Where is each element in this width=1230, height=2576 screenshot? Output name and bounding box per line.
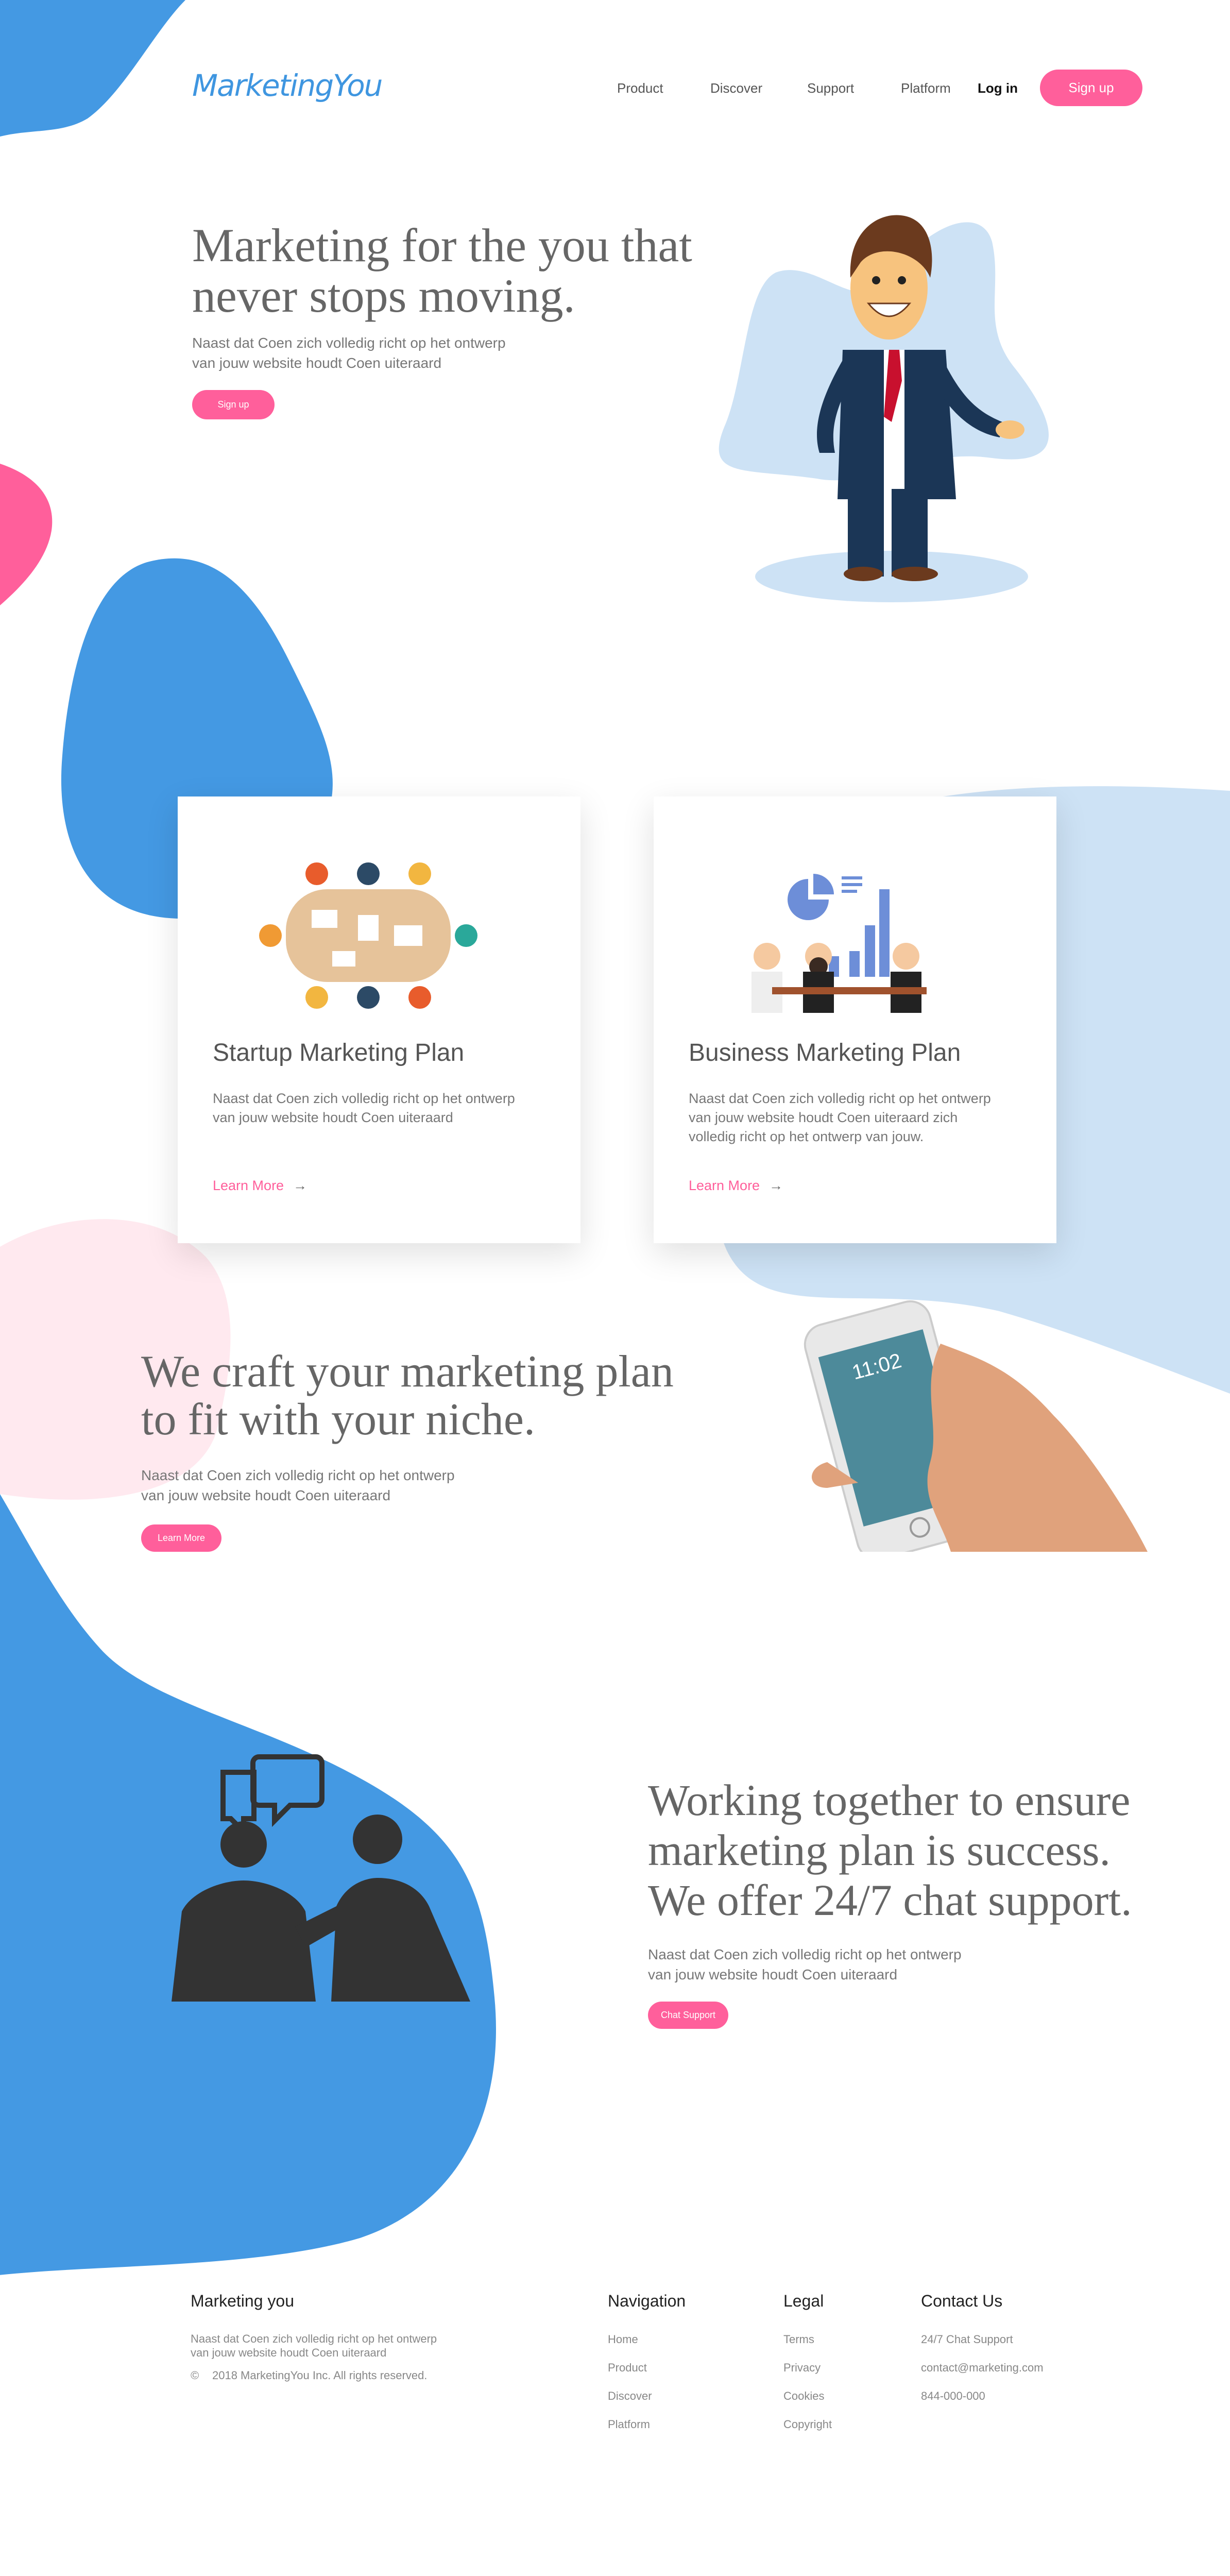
support-desc-line: Naast dat Coen zich volledig richt op he… [648, 1946, 962, 1962]
card-description: Naast dat Coen zich volledig richt op he… [689, 1091, 991, 1144]
pink-blob-left [0, 464, 53, 605]
nav-discover[interactable]: Discover [710, 80, 762, 96]
craft-title-line: We craft your marketing plan [141, 1347, 674, 1397]
learn-more-label: Learn More [213, 1178, 284, 1193]
nav-platform[interactable]: Platform [901, 80, 951, 96]
hero-title: Marketing for the you that never stops m… [192, 219, 692, 322]
chat-support-button[interactable]: Chat Support [648, 2002, 728, 2029]
arrow-right-icon: → [293, 1178, 308, 1193]
footer-link-privacy[interactable]: Privacy [783, 2361, 821, 2375]
business-team-illustration [751, 874, 927, 1013]
support-title: Working together to ensure marketing pla… [648, 1775, 1132, 1925]
footer-link-cookies[interactable]: Cookies [783, 2389, 824, 2403]
hand-holding-phone-image: 11:02 [804, 1300, 1148, 1552]
footer-contact-chat[interactable]: 24/7 Chat Support [921, 2333, 1013, 2346]
footer-copyright: 2018 MarketingYou Inc. All rights reserv… [212, 2369, 428, 2382]
learn-more-label: Learn More [689, 1178, 760, 1193]
support-desc-line: van jouw website houdt Coen uiteraard [648, 1967, 898, 1982]
nav-product[interactable]: Product [617, 80, 663, 96]
arrow-right-icon: → [769, 1178, 783, 1193]
footer-nav-title: Navigation [608, 2292, 686, 2310]
footer-contact-phone[interactable]: 844-000-000 [921, 2389, 985, 2403]
businessman-illustration [719, 215, 1049, 602]
footer-link-product[interactable]: Product [608, 2361, 647, 2375]
card-description: Naast dat Coen zich volledig richt op he… [213, 1091, 515, 1125]
footer-link-copyright[interactable]: Copyright [783, 2418, 832, 2431]
card-title: Startup Marketing Plan [213, 1039, 465, 1066]
learn-more-link[interactable]: Learn More → [213, 1178, 307, 1194]
footer-link-discover[interactable]: Discover [608, 2389, 652, 2403]
chat-silhouette-illustration [172, 1754, 470, 2002]
craft-title: We craft your marketing plan to fit with… [141, 1348, 674, 1444]
hero-description: Naast dat Coen zich volledig richt op he… [192, 333, 506, 373]
craft-learn-more-button[interactable]: Learn More [141, 1524, 221, 1552]
footer-desc-line: van jouw website houdt Coen uiteraard [191, 2346, 387, 2359]
craft-description: Naast dat Coen zich volledig richt op he… [141, 1465, 455, 1505]
footer-legal-title: Legal [783, 2292, 824, 2310]
support-title-line: Working together to ensure [648, 1775, 1131, 1825]
card-title: Business Marketing Plan [689, 1039, 961, 1066]
learn-more-link[interactable]: Learn More → [689, 1178, 783, 1194]
copyright-icon: © [191, 2369, 199, 2382]
footer-contact-title: Contact Us [921, 2292, 1003, 2310]
support-description: Naast dat Coen zich volledig richt op he… [648, 1944, 962, 1985]
team-meeting-illustration [259, 862, 477, 1009]
hero-desc-line: Naast dat Coen zich volledig richt op he… [192, 335, 506, 351]
support-title-line: We offer 24/7 chat support. [648, 1875, 1132, 1925]
footer-brand: Marketing you [191, 2292, 294, 2310]
card-startup-plan: Startup Marketing Plan Naast dat Coen zi… [178, 796, 580, 1243]
hero-title-line: never stops moving. [192, 269, 575, 322]
footer-desc-line: Naast dat Coen zich volledig richt op he… [191, 2332, 437, 2345]
login-link[interactable]: Log in [978, 80, 1018, 96]
footer-contact-email[interactable]: contact@marketing.com [921, 2361, 1044, 2375]
craft-desc-line: Naast dat Coen zich volledig richt op he… [141, 1467, 455, 1483]
nav-support[interactable]: Support [807, 80, 854, 96]
hero-signup-button[interactable]: Sign up [192, 390, 275, 419]
blue-blob-top-left [0, 0, 185, 137]
craft-desc-line: van jouw website houdt Coen uiteraard [141, 1487, 391, 1503]
craft-title-line: to fit with your niche. [141, 1395, 535, 1445]
footer-link-terms[interactable]: Terms [783, 2333, 814, 2346]
logo[interactable]: MarketingYou [192, 68, 383, 103]
footer-link-home[interactable]: Home [608, 2333, 638, 2346]
support-title-line: marketing plan is success. [648, 1825, 1111, 1875]
footer-link-platform[interactable]: Platform [608, 2418, 650, 2431]
card-business-plan: Business Marketing Plan Naast dat Coen z… [654, 796, 1056, 1243]
signup-button[interactable]: Sign up [1040, 70, 1142, 106]
hero-title-line: Marketing for the you that [192, 219, 692, 272]
hero-desc-line: van jouw website houdt Coen uiteraard [192, 355, 442, 371]
